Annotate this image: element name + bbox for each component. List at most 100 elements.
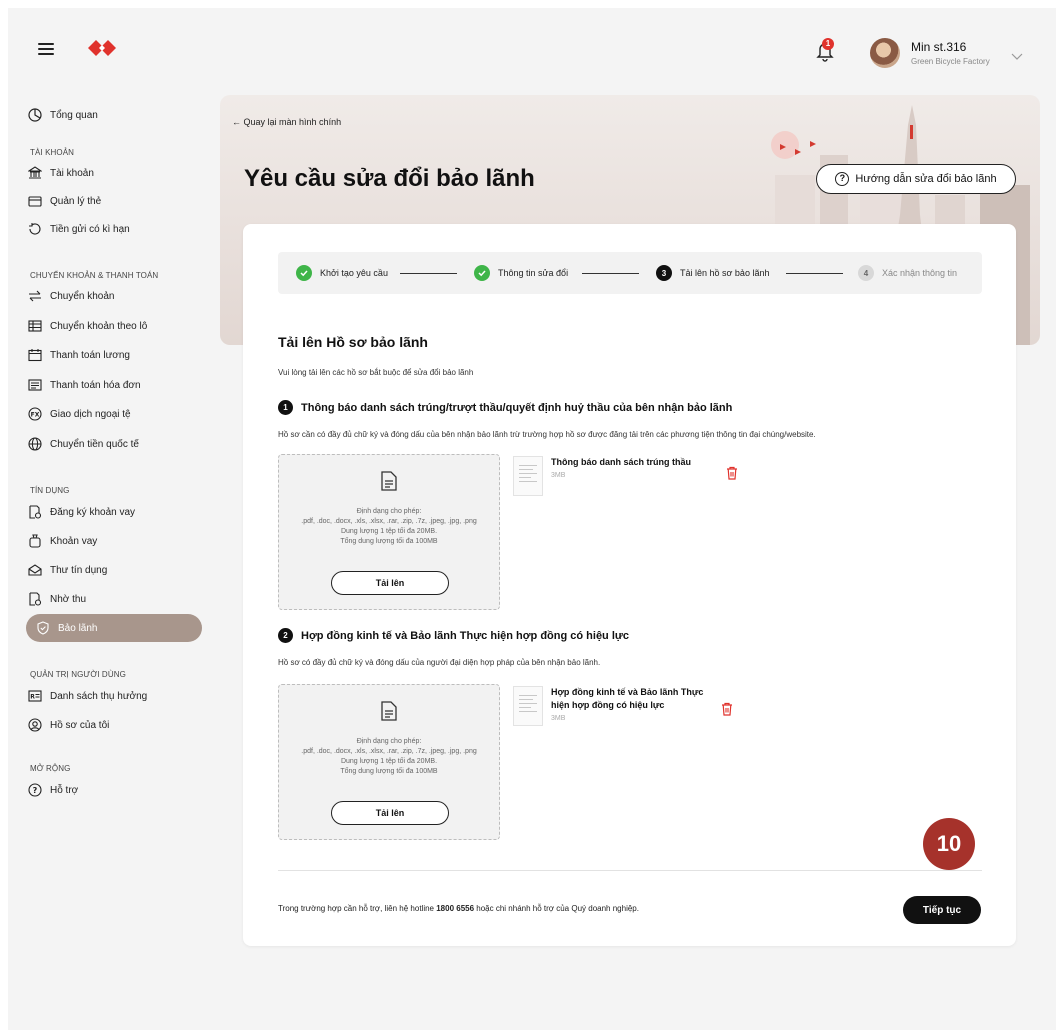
contact-list-icon: R [28,689,42,703]
fx-icon: FX [28,407,42,421]
file-size: 3MB [551,472,566,479]
step-1: Khởi tạo yêu cầu [296,265,388,281]
check-icon [296,265,312,281]
top-bar: 1 Min st.316 Green Bicycle Factory [8,8,1056,86]
avatar[interactable] [870,38,900,68]
dropzone-1[interactable]: Định dạng cho phép: .pdf, .doc, .docx, .… [278,454,500,610]
sidebar-item-label: Tài khoản [50,167,94,179]
step-number: 3 [656,265,672,281]
step-4: 4 Xác nhận thông tin [858,265,957,281]
chevron-down-icon[interactable] [1011,48,1023,66]
sidebar-item-label: Tổng quan [50,109,98,121]
sidebar-item-term-deposit[interactable]: Tiền gửi có kì hạn [28,217,130,241]
sidebar-item-letter-of-credit[interactable]: Thư tín dụng [28,558,107,582]
continue-button[interactable]: Tiếp tục [903,896,981,924]
sidebar-item-label: Chuyển tiền quốc tế [50,438,139,450]
dropzone-2[interactable]: Định dạng cho phép: .pdf, .doc, .docx, .… [278,684,500,840]
sidebar-item-international[interactable]: Chuyển tiền quốc tế [28,432,139,456]
help-icon: ? [28,783,42,797]
card-icon [28,194,42,208]
brand-logo[interactable] [88,38,120,63]
transfer-icon [28,289,42,303]
user-name[interactable]: Min st.316 [911,40,966,54]
step-number: 4 [858,265,874,281]
upload-button[interactable]: Tải lên [331,571,449,595]
sidebar-item-beneficiaries[interactable]: R Danh sách thụ hưởng [28,684,147,708]
file-thumbnail [513,456,543,496]
sidebar-item-label: Hỗ trợ [50,784,79,796]
sidebar-item-bill-payment[interactable]: Thanh toán hóa đơn [28,373,141,397]
collection-document-icon [28,592,42,606]
sidebar-item-label: Nhờ thu [50,593,87,605]
section-title: Tải lên Hồ sơ bảo lãnh [278,334,428,350]
sidebar-item-loan-register[interactable]: Đăng ký khoản vay [28,500,135,524]
notification-count-badge: 1 [822,38,834,50]
sidebar-item-cards[interactable]: Quản lý thẻ [28,189,101,213]
sidebar-item-label: Danh sách thụ hưởng [50,690,148,702]
table-icon [28,319,42,333]
uploaded-file-1[interactable]: Thông báo danh sách trúng thầu 3MB [513,456,691,496]
sidebar-item-loans[interactable]: Khoản vay [28,529,97,553]
sidebar-item-my-profile[interactable]: Hồ sơ của tôi [28,713,109,737]
file-name: Thông báo danh sách trúng thầu [551,457,691,467]
support-note: Trong trường hợp cần hỗ trợ, liên hệ hot… [278,904,639,913]
sidebar-item-batch-transfer[interactable]: Chuyển khoản theo lô [28,314,147,338]
sidebar-item-transfer[interactable]: Chuyển khoản [28,284,115,308]
section-admin-label: QUẢN TRỊ NGƯỜI DÙNG [30,670,126,679]
globe-icon [28,437,42,451]
guide-button[interactable]: ? Hướng dẫn sửa đổi bảo lãnh [816,164,1016,194]
file-thumbnail [513,686,543,726]
sidebar-item-label: Tiền gửi có kì hạn [50,223,130,235]
bill-icon [28,378,42,392]
page-title: Yêu cầu sửa đổi bảo lãnh [244,165,535,192]
sidebar-item-support[interactable]: ? Hỗ trợ [28,778,78,802]
footer-divider [278,870,982,871]
step-2: Thông tin sửa đổi [474,265,568,281]
back-link[interactable]: ← Quay lại màn hình chính [232,117,341,127]
section-extend-label: MỞ RỘNG [30,764,71,773]
bank-icon [28,166,42,180]
section-credit-label: TÍN DỤNG [30,486,70,495]
step-3: 3 Tải lên hồ sơ bảo lãnh [656,265,769,281]
sidebar-item-label: Đăng ký khoản vay [50,506,136,518]
delete-file-2-trash-icon[interactable] [721,702,733,721]
document-1-description: Hồ sơ cần có đầy đủ chữ ký và đóng dấu c… [278,430,816,439]
step-connector [400,273,457,274]
user-company: Green Bicycle Factory [911,57,990,66]
sidebar-item-collection[interactable]: Nhờ thu [28,587,86,611]
shield-icon [36,621,50,635]
sidebar-item-accounts[interactable]: Tài khoản [28,161,94,185]
section-transfer-label: CHUYỂN KHOẢN & THANH TOÁN [30,271,159,280]
sidebar-item-guarantee[interactable]: Bảo lãnh [26,614,202,642]
sidebar-item-label: Bảo lãnh [58,622,98,634]
step-connector [582,273,639,274]
arrow-left-icon: ← [232,117,244,127]
upload-button[interactable]: Tải lên [331,801,449,825]
delete-file-1-trash-icon[interactable] [726,466,738,485]
section-account-label: TÀI KHOẢN [30,148,75,157]
sidebar-item-label: Thư tín dụng [50,564,108,576]
sidebar-item-fx[interactable]: FX Giao dịch ngoại tệ [28,402,131,426]
item-number: 1 [278,400,293,415]
page: 1 Min st.316 Green Bicycle Factory Tổng … [8,8,1056,1030]
sidebar-item-label: Chuyển khoản theo lô [50,320,148,332]
sidebar-item-label: Giao dịch ngoại tệ [50,408,131,420]
document-2-description: Hồ sơ có đầy đủ chữ ký và đóng dấu của n… [278,658,601,667]
uploaded-file-2[interactable]: Hợp đồng kinh tế và Bảo lãnh Thực hiện h… [513,686,703,726]
screen-number-badge: 10 [923,818,975,870]
sidebar-item-label: Quản lý thẻ [50,195,102,207]
sidebar-item-overview[interactable]: Tổng quan [28,103,98,127]
document-1-heading: 1 Thông báo danh sách trúng/trượt thầu/q… [278,400,732,415]
svg-text:?: ? [33,786,38,795]
sidebar-item-payroll[interactable]: Thanh toán lương [28,343,130,367]
document-icon [381,471,397,496]
dropzone-hint: Định dạng cho phép: .pdf, .doc, .docx, .… [301,738,477,775]
section-subtitle: Vui lòng tải lên các hồ sơ bắt buộc để s… [278,368,474,377]
check-icon [474,265,490,281]
user-circle-icon [28,718,42,732]
menu-icon[interactable] [38,43,54,55]
step-connector [786,273,843,274]
file-name: Hợp đồng kinh tế và Bảo lãnh Thực hiện h… [551,687,704,710]
hotline-number: 1800 6556 [436,904,475,913]
svg-text:R: R [30,694,35,701]
